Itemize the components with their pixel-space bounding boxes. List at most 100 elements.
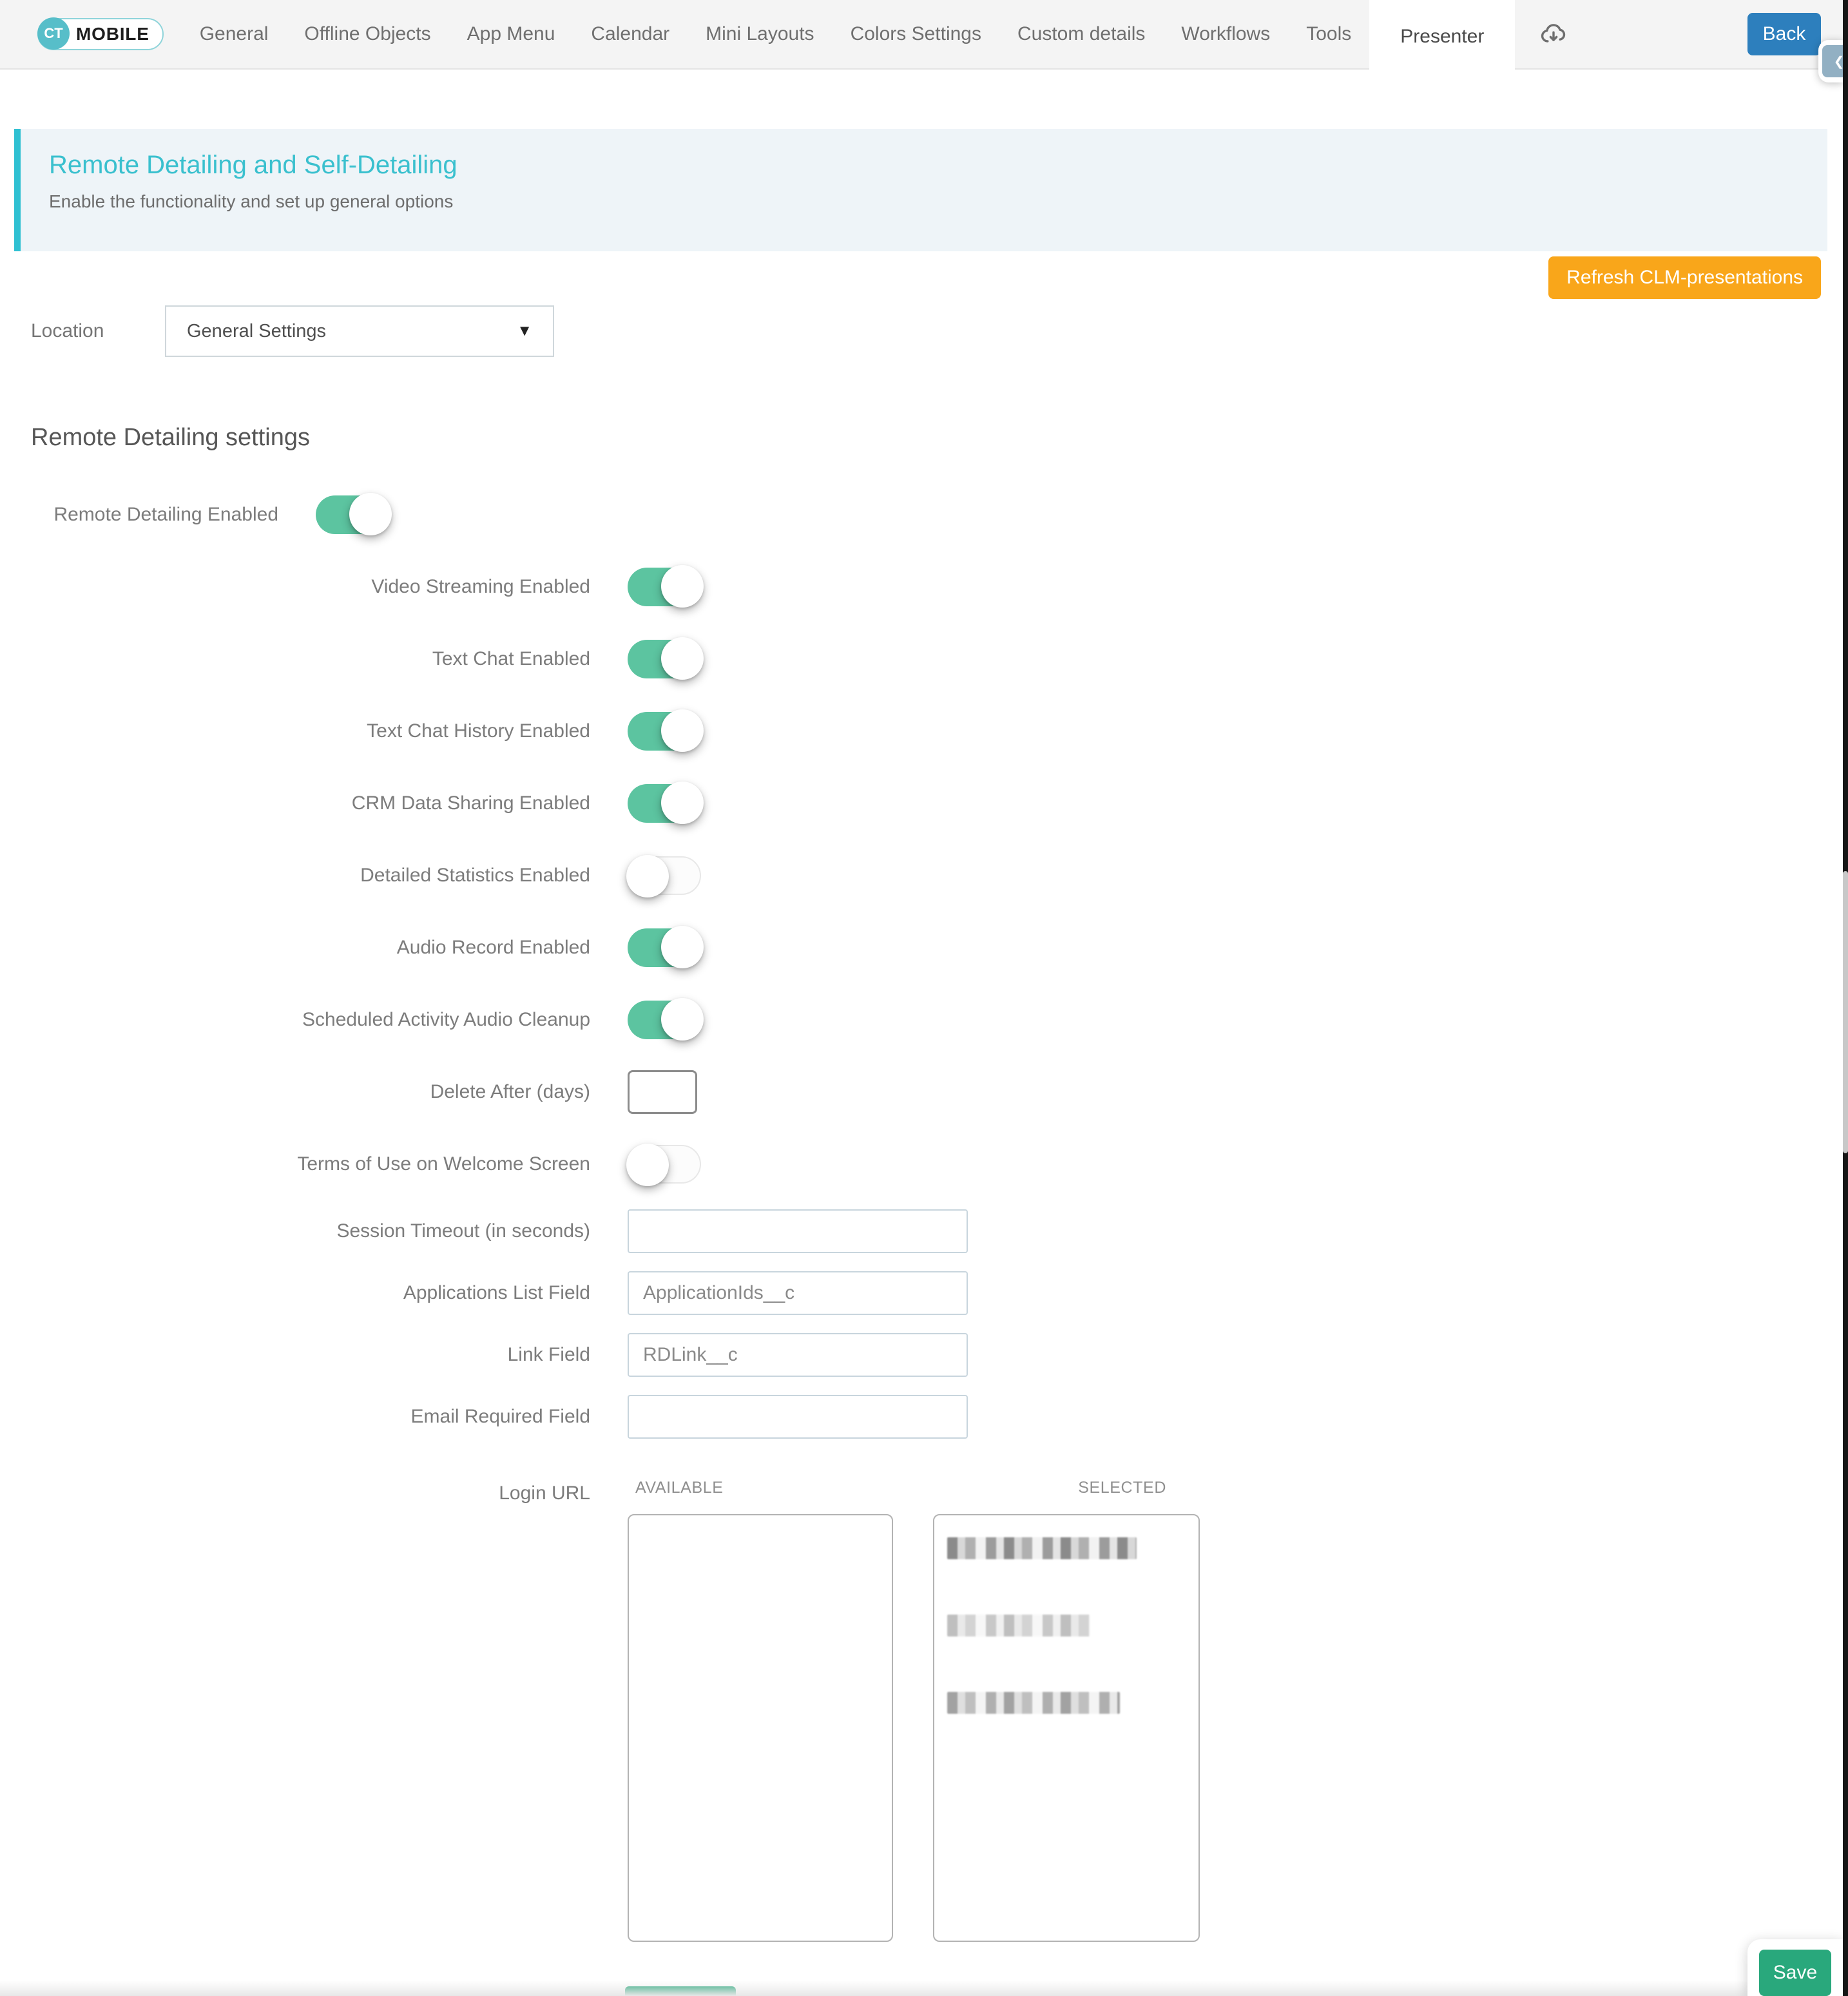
setting-row: Applications List Field	[0, 1262, 1848, 1324]
setting-row: Video Streaming Enabled	[0, 551, 1848, 623]
toggle-knob	[661, 782, 704, 824]
main-menu: General Offline Objects App Menu Calenda…	[182, 0, 1570, 68]
refresh-clm-presentations-button[interactable]: Refresh CLM-presentations	[1548, 256, 1821, 299]
field-label: Text Chat Enabled	[0, 648, 590, 670]
session-timeout-input[interactable]	[628, 1209, 968, 1253]
toggle-audio-record-enabled[interactable]	[628, 928, 701, 967]
caret-down-icon: ▼	[517, 322, 532, 340]
presenter-settings-page: CT MOBILE General Offline Objects App Me…	[0, 0, 1848, 1996]
location-select[interactable]: General Settings ▼	[165, 305, 554, 357]
available-column: AVAILABLE	[628, 1479, 893, 1942]
connect-button[interactable]: Connect	[625, 1986, 736, 1996]
available-header: AVAILABLE	[635, 1479, 893, 1497]
nav-item-custom-details[interactable]: Custom details	[999, 0, 1163, 69]
refresh-row: Refresh CLM-presentations	[0, 256, 1821, 299]
setting-row: Delete After (days)	[0, 1056, 1848, 1128]
selected-column: SELECTED	[933, 1479, 1200, 1942]
top-navbar: CT MOBILE General Offline Objects App Me…	[0, 0, 1848, 70]
nav-item-calendar[interactable]: Calendar	[573, 0, 688, 69]
nav-item-general[interactable]: General	[182, 0, 287, 69]
selected-listbox[interactable]	[933, 1514, 1200, 1942]
field-label: Session Timeout (in seconds)	[0, 1220, 590, 1242]
redacted-text-line	[947, 1537, 1137, 1559]
location-row: Location General Settings ▼	[0, 305, 1848, 357]
field-label: Remote Detailing Enabled	[0, 504, 278, 526]
setting-row: Text Chat History Enabled	[0, 695, 1848, 767]
toggle-scheduled-activity-audio-cleanup[interactable]	[628, 1001, 701, 1039]
location-label: Location	[31, 320, 165, 342]
toggle-knob	[661, 998, 704, 1041]
nav-item-workflows[interactable]: Workflows	[1163, 0, 1288, 69]
field-label: Email Required Field	[0, 1406, 590, 1428]
setting-row: Audio Record Enabled	[0, 912, 1848, 984]
field-label: Applications List Field	[0, 1282, 590, 1304]
field-label: CRM Data Sharing Enabled	[0, 792, 590, 814]
nav-item-app-menu[interactable]: App Menu	[449, 0, 573, 69]
delete-after-days-input[interactable]	[628, 1070, 697, 1114]
nav-item-tools[interactable]: Tools	[1288, 0, 1369, 69]
toggle-text-chat-enabled[interactable]	[628, 640, 701, 678]
email-required-field-input[interactable]	[628, 1395, 968, 1439]
nav-item-offline-objects[interactable]: Offline Objects	[286, 0, 448, 69]
link-field-input[interactable]	[628, 1333, 968, 1377]
toggle-crm-data-sharing-enabled[interactable]	[628, 784, 701, 823]
ct-mobile-logo[interactable]: CT MOBILE	[37, 18, 164, 50]
location-selected-value: General Settings	[187, 321, 326, 342]
setting-row: Text Chat Enabled	[0, 623, 1848, 695]
back-button[interactable]: Back	[1747, 13, 1821, 55]
toggle-detailed-statistics-enabled[interactable]	[628, 856, 701, 895]
setting-row: Email Required Field	[0, 1386, 1848, 1448]
field-label: Login URL	[0, 1483, 590, 1504]
field-label: Audio Record Enabled	[0, 937, 590, 959]
setting-row: Link Field	[0, 1324, 1848, 1386]
field-label: Video Streaming Enabled	[0, 576, 590, 598]
save-button[interactable]: Save	[1759, 1950, 1831, 1996]
self-detailing-user-row: Self-detailing user Connect	[0, 1972, 1848, 1996]
tab-presenter[interactable]: Presenter	[1369, 0, 1515, 74]
chevron-left-icon: ❮	[1822, 45, 1843, 77]
login-url-dual-list: AVAILABLE SELECTED	[628, 1479, 1200, 1942]
logo-ct-badge: CT	[37, 17, 70, 50]
redacted-text-line	[947, 1692, 1120, 1714]
redacted-text-line	[947, 1615, 1090, 1636]
toggle-knob	[626, 1144, 669, 1186]
selected-header: SELECTED	[933, 1479, 1200, 1497]
field-label: Text Chat History Enabled	[0, 720, 590, 742]
page-subtitle: Enable the functionality and set up gene…	[49, 191, 1827, 212]
settings-form: Remote Detailing Enabled Video Streaming…	[0, 479, 1848, 1996]
scrollbar-track[interactable]	[1843, 0, 1848, 1996]
setting-row: Terms of Use on Welcome Screen	[0, 1128, 1848, 1200]
field-label: Delete After (days)	[0, 1081, 590, 1103]
cloud-download-icon[interactable]	[1538, 19, 1569, 50]
redacted-selected-option	[934, 1515, 1198, 1714]
setting-row: Detailed Statistics Enabled	[0, 840, 1848, 912]
logo-mobile-text: MOBILE	[76, 24, 149, 44]
toggle-knob	[349, 493, 392, 535]
page-title: Remote Detailing and Self-Detailing	[49, 151, 1827, 180]
nav-item-mini-layouts[interactable]: Mini Layouts	[688, 0, 832, 69]
toggle-knob	[661, 709, 704, 752]
setting-row: Remote Detailing Enabled	[0, 479, 1848, 551]
toggle-remote-detailing-enabled[interactable]	[316, 495, 389, 534]
toggle-text-chat-history-enabled[interactable]	[628, 712, 701, 751]
toggle-video-streaming-enabled[interactable]	[628, 568, 701, 606]
applications-list-field-input[interactable]	[628, 1271, 968, 1315]
field-label: Scheduled Activity Audio Cleanup	[0, 1009, 590, 1031]
toggle-terms-of-use-welcome-screen[interactable]	[628, 1145, 701, 1184]
toggle-knob	[661, 637, 704, 680]
login-url-row: Login URL AVAILABLE SELECTED	[0, 1479, 1848, 1942]
toggle-knob	[661, 565, 704, 608]
section-heading: Remote Detailing settings	[31, 424, 1848, 452]
field-label: Link Field	[0, 1344, 590, 1366]
field-label: Detailed Statistics Enabled	[0, 865, 590, 887]
available-listbox[interactable]	[628, 1514, 893, 1942]
toggle-knob	[661, 926, 704, 968]
scrollbar-thumb[interactable]	[1843, 871, 1848, 1153]
page-header-banner: Remote Detailing and Self-Detailing Enab…	[14, 129, 1827, 251]
save-card: Save	[1747, 1939, 1843, 1996]
collapse-panel-button[interactable]: ❮	[1818, 40, 1843, 82]
toggle-knob	[626, 855, 669, 897]
field-label: Terms of Use on Welcome Screen	[0, 1153, 590, 1175]
nav-item-colors-settings[interactable]: Colors Settings	[833, 0, 999, 69]
setting-row: Session Timeout (in seconds)	[0, 1200, 1848, 1262]
